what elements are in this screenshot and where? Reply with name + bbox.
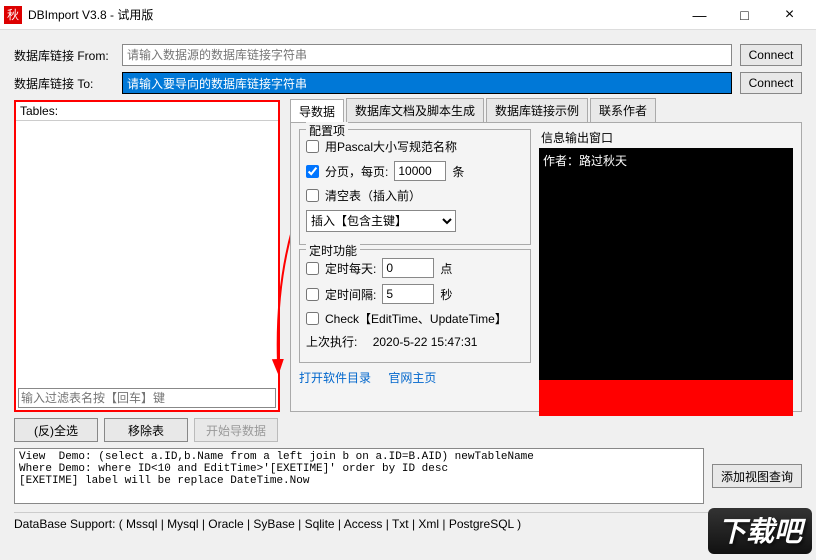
title-bar: 秋 DBImport V3.8 - 试用版 — □ × [0,0,816,30]
maximize-button[interactable]: □ [722,1,767,29]
pascal-label: 用Pascal大小写规范名称 [325,138,457,155]
timer-group: 定时功能 定时每天:点 定时间隔:秒 Check【EditTime、Update… [299,249,531,363]
tab-import[interactable]: 导数据 [290,99,344,123]
tables-panel: Tables: [14,100,280,412]
minimize-button[interactable]: — [677,1,722,29]
truncate-checkbox[interactable] [306,189,319,202]
start-import-button[interactable]: 开始导数据 [194,418,278,442]
config-group: 配置项 用Pascal大小写规范名称 分页，每页:条 清空表（插入前） 插入【包… [299,129,531,245]
tables-filter-input[interactable] [18,388,276,408]
tab-bar: 导数据 数据库文档及脚本生成 数据库链接示例 联系作者 [290,100,802,122]
watermark: 下载吧 [708,508,812,554]
truncate-label: 清空表（插入前） [325,187,421,204]
paging-value[interactable] [394,161,446,181]
interval-checkbox[interactable] [306,288,319,301]
paging-checkbox[interactable] [306,165,319,178]
close-button[interactable]: × [767,1,812,29]
add-view-button[interactable]: 添加视图查询 [712,464,802,488]
tables-header: Tables: [16,102,278,121]
from-input[interactable] [122,44,732,66]
app-icon: 秋 [4,6,22,24]
output-label: 信息输出窗口 [539,129,793,146]
paging-unit: 条 [452,163,464,180]
website-link[interactable]: 官网主页 [388,371,436,385]
connect-from-button[interactable]: Connect [740,44,802,66]
pascal-checkbox[interactable] [306,140,319,153]
connect-to-button[interactable]: Connect [740,72,802,94]
paging-label: 分页，每页: [325,163,388,180]
open-dir-link[interactable]: 打开软件目录 [299,371,371,385]
tab-examples[interactable]: 数据库链接示例 [486,98,588,122]
window-title: DBImport V3.8 - 试用版 [28,6,677,23]
daily-checkbox[interactable] [306,262,319,275]
config-legend: 配置项 [306,122,348,139]
tab-pane: 配置项 用Pascal大小写规范名称 分页，每页: 条 清空表（插入前） 插入【包… [290,122,802,412]
output-line: 作者：路过秋天 [543,152,789,169]
daily-label: 定时每天: [325,260,376,277]
last-run-label: 上次执行: [306,333,357,350]
interval-value[interactable] [382,284,434,304]
check-time-checkbox[interactable] [306,312,319,325]
select-all-button[interactable]: (反)全选 [14,418,98,442]
check-time-label: Check【EditTime、UpdateTime】 [325,310,507,327]
insert-mode-select[interactable]: 插入【包含主键】 [306,210,456,232]
interval-unit: 秒 [440,286,452,303]
interval-label: 定时间隔: [325,286,376,303]
demo-textarea[interactable] [14,448,704,504]
tables-list[interactable] [16,121,278,377]
daily-unit: 点 [440,260,452,277]
remove-table-button[interactable]: 移除表 [104,418,188,442]
status-bar: DataBase Support: ( Mssql | Mysql | Orac… [14,512,802,531]
to-label: 数据库链接 To: [14,75,114,92]
from-label: 数据库链接 From: [14,47,114,64]
output-red-bar [539,380,793,416]
daily-value[interactable] [382,258,434,278]
last-run-value: 2020-5-22 15:47:31 [373,335,478,349]
to-input[interactable] [122,72,732,94]
tab-docs[interactable]: 数据库文档及脚本生成 [346,98,484,122]
timer-legend: 定时功能 [306,242,360,259]
tab-contact[interactable]: 联系作者 [590,98,656,122]
output-console: 作者：路过秋天 [539,148,793,380]
